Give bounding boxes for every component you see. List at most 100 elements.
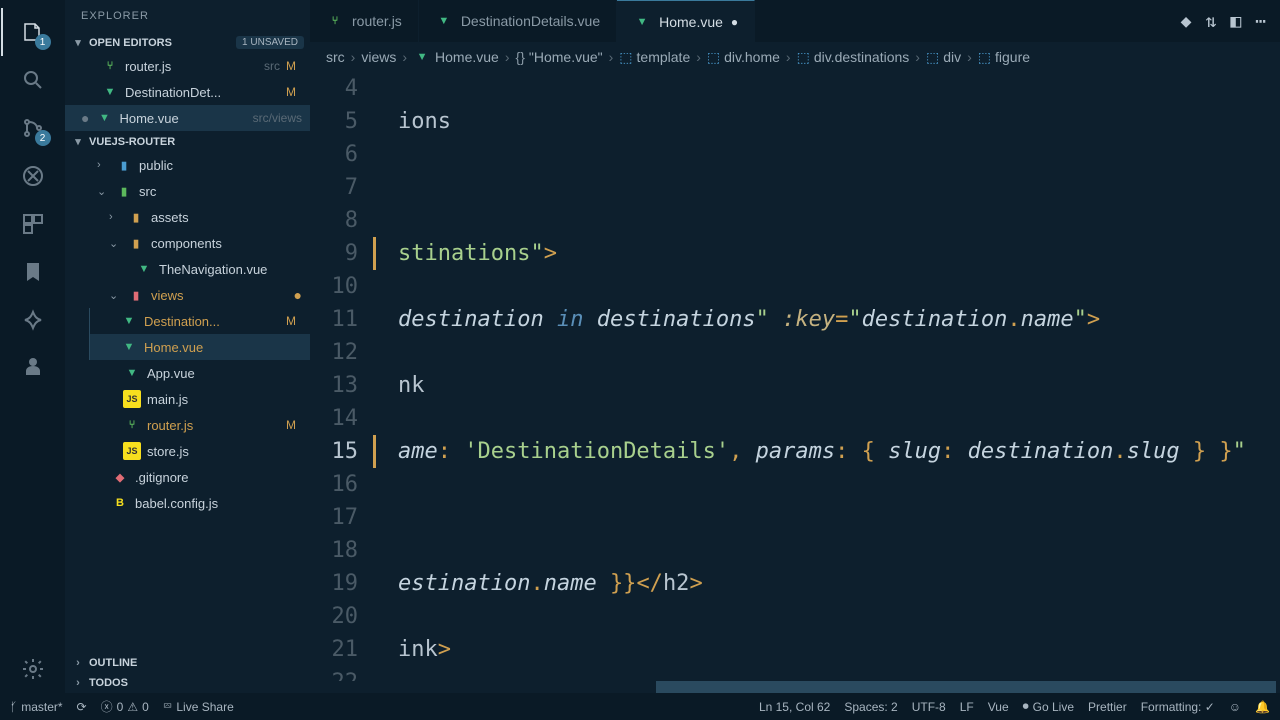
unsaved-dot-icon: ● — [81, 110, 89, 126]
liveshare[interactable]: ⮹ Live Share — [163, 699, 234, 714]
tree-destination-details[interactable]: ▼ Destination... M — [89, 308, 310, 334]
chevron-down-icon: ▾ — [71, 36, 85, 49]
open-editors-header[interactable]: ▾ OPEN EDITORS 1 UNSAVED — [65, 32, 310, 53]
route-icon: ⑂ — [123, 416, 141, 434]
project-header[interactable]: ▾ VUEJS-ROUTER — [65, 131, 310, 152]
route-icon: ⑂ — [101, 57, 119, 75]
vue-icon: ▼ — [101, 83, 119, 101]
chevron-down-icon: ▾ — [71, 135, 85, 148]
tree-assets[interactable]: › ▮ assets — [65, 204, 310, 230]
gitlens-icon[interactable] — [9, 296, 57, 344]
chevron-down-icon: ⌄ — [109, 289, 121, 302]
route-icon: ⑂ — [326, 12, 344, 30]
js-icon: JS — [123, 390, 141, 408]
tab-home[interactable]: ▼ Home.vue ● — [617, 0, 755, 42]
chevron-right-icon: › — [109, 211, 121, 223]
settings-icon[interactable] — [9, 645, 57, 693]
tree-main[interactable]: JS main.js — [65, 386, 310, 412]
vue-icon: ▼ — [135, 260, 153, 278]
bookmark-icon[interactable] — [9, 248, 57, 296]
extensions-icon[interactable] — [9, 200, 57, 248]
language[interactable]: Vue — [988, 700, 1009, 714]
todos-header[interactable]: › TODOS — [65, 673, 310, 693]
vue-icon: ▼ — [95, 109, 113, 127]
open-editor-router[interactable]: ⑂ router.js src M — [65, 53, 310, 79]
debug-icon[interactable] — [9, 152, 57, 200]
chevron-right-icon: › — [97, 159, 109, 171]
tree-thenav[interactable]: ▼ TheNavigation.vue — [65, 256, 310, 282]
tabs-actions: ◆ ⇅ ◧ ⋯ — [1167, 0, 1280, 42]
tree-public[interactable]: › ▮ public — [65, 152, 310, 178]
js-icon: JS — [123, 442, 141, 460]
editor-region: ⑂ router.js ▼ DestinationDetails.vue ▼ H… — [310, 0, 1280, 693]
tree-components[interactable]: ⌄ ▮ components — [65, 230, 310, 256]
tree-store[interactable]: JS store.js — [65, 438, 310, 464]
scrollbar-thumb[interactable] — [656, 681, 1276, 693]
folder-icon: ▮ — [127, 286, 145, 304]
outline-header[interactable]: › OUTLINE — [65, 653, 310, 673]
split-icon[interactable]: ◧ — [1230, 11, 1241, 32]
chevron-down-icon: ⌄ — [109, 237, 121, 250]
golive[interactable]: ⏺ Go Live — [1023, 699, 1074, 714]
vue-icon: ▼ — [123, 364, 141, 382]
vue-icon: ▼ — [120, 312, 138, 330]
horizontal-scrollbar[interactable] — [376, 681, 1280, 693]
compare-icon[interactable]: ⇅ — [1205, 11, 1216, 32]
tree-home[interactable]: ▼ Home.vue — [89, 334, 310, 360]
git-branch[interactable]: ᚶ master* — [10, 700, 63, 714]
bell-icon[interactable]: 🔔 — [1255, 700, 1270, 714]
statusbar: ᚶ master* ⟳ ⓧ 0 ⚠ 0 ⮹ Live Share Ln 15, … — [0, 693, 1280, 720]
errors-count[interactable]: ⓧ 0 ⚠ 0 — [101, 698, 149, 715]
vue-icon: ▼ — [633, 13, 651, 31]
code-content[interactable]: ions stinations"> destination in destina… — [376, 72, 1280, 681]
tree-babel[interactable]: B babel.config.js — [65, 490, 310, 516]
eol[interactable]: LF — [960, 700, 974, 714]
modified-dot-icon: ● — [294, 287, 302, 303]
feedback-icon[interactable]: ☺ — [1229, 700, 1241, 714]
unsaved-badge: 1 UNSAVED — [236, 36, 304, 49]
tree-icon[interactable] — [9, 344, 57, 392]
activity-bar: 1 2 — [0, 0, 65, 693]
vue-icon: ▼ — [120, 338, 138, 356]
vue-icon: ▼ — [435, 12, 453, 30]
babel-icon: B — [111, 494, 129, 512]
more-icon[interactable]: ⋯ — [1255, 11, 1266, 32]
scm-icon[interactable]: 2 — [9, 104, 57, 152]
cursor-position[interactable]: Ln 15, Col 62 — [759, 700, 830, 714]
tree-src[interactable]: ⌄ ▮ src — [65, 178, 310, 204]
sidebar: EXPLORER ▾ OPEN EDITORS 1 UNSAVED ⑂ rout… — [65, 0, 310, 693]
open-editor-destination[interactable]: ▼ DestinationDet... M — [65, 79, 310, 105]
formatting[interactable]: Formatting: ✓ — [1141, 700, 1215, 714]
explorer-title: EXPLORER — [65, 0, 310, 32]
tab-destination[interactable]: ▼ DestinationDetails.vue — [419, 0, 617, 42]
chevron-down-icon: ⌄ — [97, 185, 109, 198]
sync-icon[interactable]: ⟳ — [77, 700, 87, 714]
vue-icon: ▼ — [413, 48, 431, 66]
prettier[interactable]: Prettier — [1088, 700, 1127, 714]
tab-router[interactable]: ⑂ router.js — [310, 0, 419, 42]
diff-icon[interactable]: ◆ — [1181, 11, 1192, 32]
tree-views[interactable]: ⌄ ▮ views ● — [65, 282, 310, 308]
code-editor[interactable]: 45678 9 1011121314 15 16171819202122 ion… — [310, 72, 1280, 681]
tree-gitignore[interactable]: ◆ .gitignore — [65, 464, 310, 490]
unsaved-dot-icon: ● — [731, 15, 738, 29]
tree-app[interactable]: ▼ App.vue — [65, 360, 310, 386]
search-icon[interactable] — [9, 56, 57, 104]
folder-icon: ▮ — [115, 156, 133, 174]
chevron-right-icon: › — [71, 677, 85, 689]
encoding[interactable]: UTF-8 — [912, 700, 946, 714]
folder-icon: ▮ — [127, 208, 145, 226]
breadcrumb[interactable]: src› views› ▼Home.vue› {}"Home.vue"› ⬚te… — [310, 42, 1280, 72]
indent[interactable]: Spaces: 2 — [844, 700, 897, 714]
files-badge: 1 — [35, 34, 51, 50]
chevron-right-icon: › — [71, 657, 85, 669]
folder-icon: ▮ — [115, 182, 133, 200]
folder-icon: ▮ — [127, 234, 145, 252]
line-gutter: 45678 9 1011121314 15 16171819202122 — [310, 72, 376, 681]
open-editor-home[interactable]: ● ▼ Home.vue src/views — [65, 105, 310, 131]
scm-badge: 2 — [35, 130, 51, 146]
tabs: ⑂ router.js ▼ DestinationDetails.vue ▼ H… — [310, 0, 1280, 42]
files-icon[interactable]: 1 — [9, 8, 57, 56]
git-icon: ◆ — [111, 468, 129, 486]
tree-router[interactable]: ⑂ router.js M — [65, 412, 310, 438]
